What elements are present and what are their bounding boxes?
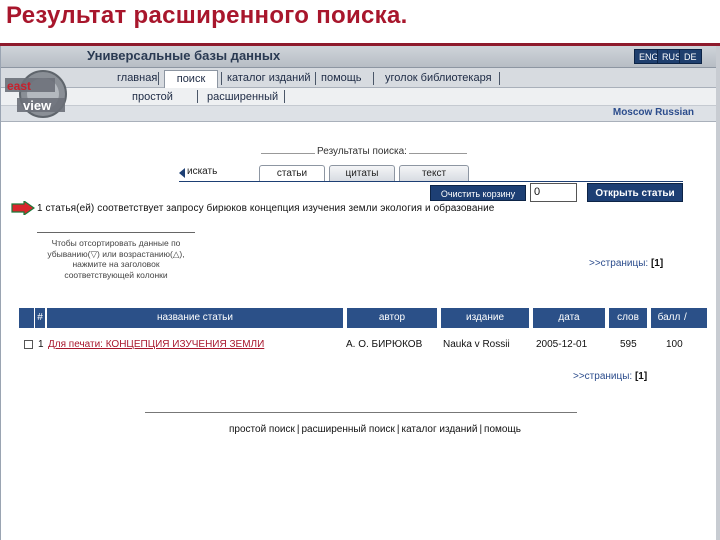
basket-count-field[interactable]: 0 bbox=[530, 183, 577, 202]
footer-link-advanced-search[interactable]: расширенный поиск bbox=[301, 424, 394, 435]
footer-link-simple-search[interactable]: простой поиск bbox=[229, 424, 295, 435]
nav-item-home[interactable]: главная bbox=[113, 70, 161, 86]
nav-separator bbox=[158, 72, 159, 85]
row-words: 595 bbox=[620, 339, 637, 350]
tab-text[interactable]: текст bbox=[399, 165, 469, 181]
row-date: 2005-12-01 bbox=[536, 339, 588, 350]
eastview-logo[interactable]: east view bbox=[3, 66, 67, 122]
nav-separator bbox=[373, 72, 374, 85]
tab-citations[interactable]: цитаты bbox=[329, 165, 395, 181]
nav-separator bbox=[499, 72, 500, 85]
main-nav: главная поиск каталог изданий помощь уго… bbox=[1, 68, 718, 88]
back-arrow-icon bbox=[179, 168, 185, 178]
subnav-item-advanced[interactable]: расширенный bbox=[207, 89, 278, 105]
header-bar: Универсальные базы данных ENG RUS DE bbox=[1, 46, 718, 68]
article-title-link[interactable]: Для печати: КОНЦЕПЦИЯ ИЗУЧЕНИЯ ЗЕМЛИ bbox=[48, 339, 264, 350]
location-label: Moscow Russian bbox=[612, 107, 694, 118]
subnav-item-simple[interactable]: простой bbox=[132, 89, 173, 105]
column-header-score[interactable]: балл bbox=[651, 308, 687, 328]
column-header-words[interactable]: слов bbox=[609, 308, 649, 328]
row-author: А. О. БИРЮКОВ bbox=[346, 339, 423, 350]
page-link-1[interactable]: [1] bbox=[651, 258, 663, 269]
subnav-separator bbox=[284, 90, 285, 103]
open-articles-button[interactable]: Открыть статьи bbox=[587, 183, 683, 202]
sort-indicator: / bbox=[684, 312, 687, 323]
column-header-author[interactable]: автор bbox=[347, 308, 439, 328]
column-header-edition[interactable]: издание bbox=[441, 308, 531, 328]
column-header-sort[interactable] bbox=[687, 308, 707, 328]
tab-rule bbox=[179, 181, 683, 182]
column-header-date[interactable]: дата bbox=[533, 308, 607, 328]
tab-back-search[interactable]: искать bbox=[187, 166, 217, 177]
row-edition: Nauka v Rossii bbox=[443, 339, 510, 350]
sort-hint-rule bbox=[37, 232, 195, 233]
nav-item-librarian[interactable]: уголок библиотекаря bbox=[381, 70, 496, 86]
pointer-arrow-icon bbox=[11, 201, 35, 215]
page-link-1[interactable]: [1] bbox=[635, 371, 647, 382]
location-bar: Moscow Russian bbox=[1, 106, 718, 122]
nav-item-catalog[interactable]: каталог изданий bbox=[223, 70, 315, 86]
nav-item-help[interactable]: помощь bbox=[317, 70, 366, 86]
column-header-title[interactable]: название статьи bbox=[47, 308, 345, 328]
logo-view-text: view bbox=[23, 98, 52, 113]
pages-top: >>страницы: [1] bbox=[589, 258, 663, 269]
match-count-text: 1 статья(ей) соответствует запросу бирюк… bbox=[37, 203, 495, 214]
row-score: 100 bbox=[666, 339, 683, 350]
browser-frame: Универсальные базы данных ENG RUS DE гла… bbox=[0, 46, 720, 540]
pages-bottom: >>страницы: [1] bbox=[573, 371, 647, 382]
footer-links: простой поиск | расширенный поиск | каталог … bbox=[229, 424, 521, 435]
row-select-checkbox[interactable] bbox=[24, 340, 33, 349]
subnav-separator bbox=[197, 90, 198, 103]
nav-item-search[interactable]: поиск bbox=[164, 70, 218, 88]
lang-de-button[interactable]: DE bbox=[679, 49, 702, 64]
row-number: 1 bbox=[38, 339, 44, 350]
slide-title: Результат расширенного поиска. bbox=[6, 2, 408, 29]
scrollbar[interactable] bbox=[716, 46, 720, 540]
pages-label: >>страницы: bbox=[573, 371, 633, 382]
tab-articles[interactable]: статьи bbox=[259, 165, 325, 181]
results-caption: Результаты поиска: bbox=[315, 146, 409, 157]
column-header-hash: # bbox=[35, 308, 47, 328]
sub-nav: простой расширенный bbox=[1, 88, 718, 106]
footer-link-catalog[interactable]: каталог изданий bbox=[401, 424, 477, 435]
footer-rule bbox=[145, 412, 577, 413]
pages-label: >>страницы: bbox=[589, 258, 649, 269]
nav-separator bbox=[221, 72, 222, 85]
sort-hint-text: Чтобы отсортировать данные по убыванию(▽… bbox=[47, 238, 185, 280]
nav-separator bbox=[315, 72, 316, 85]
footer-link-help[interactable]: помощь bbox=[484, 424, 521, 435]
clear-basket-button[interactable]: Очистить корзину bbox=[430, 185, 526, 201]
logo-east-text: east bbox=[7, 79, 31, 93]
header-title: Универсальные базы данных bbox=[87, 48, 281, 63]
table-hash-cell bbox=[19, 308, 35, 328]
